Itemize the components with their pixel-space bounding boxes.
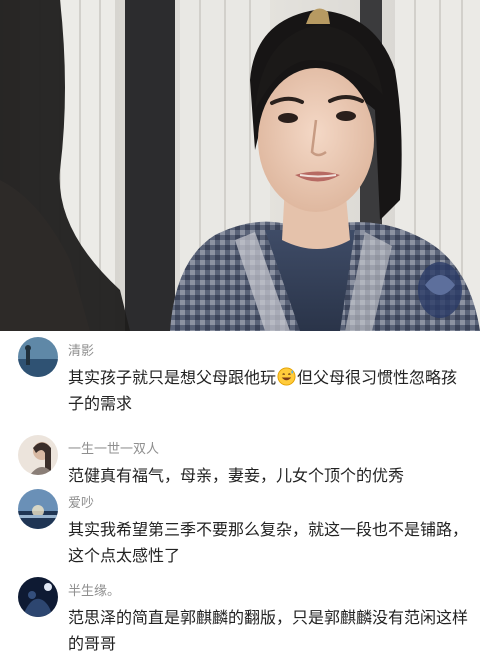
comment-item: 一生一世一双人 范健真有福气，母亲，妻妾，儿女个顶个的优秀 bbox=[0, 435, 480, 490]
scene-illustration bbox=[0, 0, 480, 331]
comment-text: 其实我希望第三季不要那么复杂，就这一段也不是铺路，这个点太感性了 bbox=[68, 520, 469, 565]
user-avatar[interactable] bbox=[18, 489, 58, 529]
comment-item: 爱吵 其实我希望第三季不要那么复杂，就这一段也不是铺路，这个点太感性了 bbox=[0, 489, 480, 569]
comment-username[interactable]: 清影 bbox=[68, 340, 94, 359]
comment-text: 范健真有福气，母亲，妻妾，儿女个顶个的优秀 bbox=[68, 466, 405, 485]
comment-username[interactable]: 一生一世一双人 bbox=[68, 438, 159, 457]
avatar-image-icon bbox=[18, 489, 58, 529]
comment-text: 范思泽的简直是郭麒麟的翻版，只是郭麒麟没有范闲这样的哥哥 bbox=[68, 608, 469, 653]
grinning-sweat-emoji-icon bbox=[277, 367, 296, 386]
user-avatar[interactable] bbox=[18, 435, 58, 475]
drama-still-image bbox=[0, 0, 480, 331]
user-avatar[interactable] bbox=[18, 337, 58, 377]
comment-text-part: 其实孩子就只是想父母跟他玩 bbox=[68, 368, 277, 387]
user-avatar[interactable] bbox=[18, 577, 58, 617]
avatar-image-icon bbox=[18, 577, 58, 617]
comment-username[interactable]: 爱吵 bbox=[68, 492, 94, 511]
avatar-image-icon bbox=[18, 435, 58, 475]
avatar-image-icon bbox=[18, 337, 58, 377]
comment-item: 清影 其实孩子就只是想父母跟他玩 但父母很习惯性忽略孩子的需求 bbox=[0, 337, 480, 427]
comment-text: 其实孩子就只是想父母跟他玩 但父母很习惯性忽略孩子的需求 bbox=[68, 365, 468, 417]
comment-list: 清影 其实孩子就只是想父母跟他玩 但父母很习惯性忽略孩子的需求 一生一世一双人 范… bbox=[0, 331, 480, 653]
comment-item: 半生缘。 范思泽的简直是郭麒麟的翻版，只是郭麒麟没有范闲这样的哥哥 bbox=[0, 577, 480, 657]
comment-username[interactable]: 半生缘。 bbox=[68, 580, 120, 599]
